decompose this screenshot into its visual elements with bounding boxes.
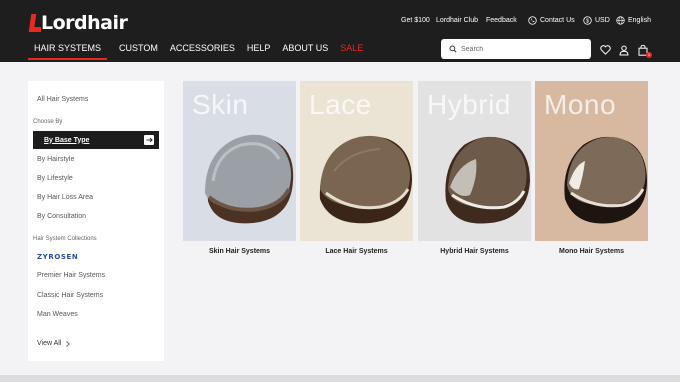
mono-hair-systems-card[interactable]: Mono bbox=[535, 81, 648, 241]
by-hairstyle-link[interactable]: By Hairstyle bbox=[37, 156, 74, 163]
contact-us-link[interactable]: Contact Us bbox=[528, 14, 575, 26]
contact-us-label: Contact Us bbox=[540, 16, 575, 24]
skin-hair-systems-caption[interactable]: Skin Hair Systems bbox=[183, 248, 296, 255]
all-hair-systems-link[interactable]: All Hair Systems bbox=[37, 96, 88, 103]
by-consultation-link[interactable]: By Consultation bbox=[37, 213, 86, 220]
svg-text:$: $ bbox=[586, 18, 589, 24]
phone-icon bbox=[528, 15, 537, 25]
main-nav: HAIR SYSTEMS CUSTOM ACCESSORIES HELP ABO… bbox=[28, 41, 375, 60]
by-base-type-label: By Base Type bbox=[44, 136, 90, 144]
cart-bag-icon[interactable]: 1 bbox=[637, 44, 652, 58]
language-selector[interactable]: English bbox=[616, 14, 651, 26]
nav-sale[interactable]: SALE bbox=[340, 41, 363, 55]
account-user-icon[interactable] bbox=[618, 44, 630, 56]
lace-card-word: Lace bbox=[309, 89, 372, 120]
lordhair-logo[interactable]: Lordhair bbox=[28, 10, 128, 36]
site-header: Lordhair Get $100 Lordhair Club Feedback… bbox=[0, 0, 680, 62]
collections-heading: Hair System Collections bbox=[33, 236, 97, 242]
language-label: English bbox=[628, 16, 651, 24]
by-lifestyle-link[interactable]: By Lifestyle bbox=[37, 175, 73, 182]
chevron-right-icon bbox=[66, 340, 71, 347]
nav-hair-systems[interactable]: HAIR SYSTEMS bbox=[28, 41, 108, 60]
mono-card-word: Mono bbox=[544, 89, 617, 120]
cart-count-badge: 1 bbox=[646, 52, 652, 58]
classic-hair-systems-link[interactable]: Classic Hair Systems bbox=[37, 292, 103, 299]
by-hair-loss-area-link[interactable]: By Hair Loss Area bbox=[37, 194, 93, 201]
view-all-label: View All bbox=[37, 340, 62, 347]
get-100-link[interactable]: Get $100 bbox=[401, 14, 430, 26]
skin-card-word: Skin bbox=[192, 89, 249, 120]
mono-hair-systems-caption[interactable]: Mono Hair Systems bbox=[535, 248, 648, 255]
logo-mark-icon bbox=[28, 12, 41, 34]
choose-by-heading: Choose By bbox=[33, 119, 63, 125]
nav-custom[interactable]: CUSTOM bbox=[119, 41, 158, 55]
footer-strip bbox=[0, 375, 680, 382]
nav-about-us[interactable]: ABOUT US bbox=[282, 41, 328, 55]
dollar-icon: $ bbox=[583, 15, 592, 25]
hybrid-hair-systems-caption[interactable]: Hybrid Hair Systems bbox=[418, 248, 531, 255]
view-all-link[interactable]: View All bbox=[37, 340, 71, 347]
arrow-right-icon bbox=[144, 135, 154, 145]
nav-accessories[interactable]: ACCESSORIES bbox=[170, 41, 235, 55]
feedback-link[interactable]: Feedback bbox=[486, 14, 517, 26]
wishlist-heart-icon[interactable] bbox=[599, 44, 611, 56]
skin-hair-systems-card[interactable]: Skin bbox=[183, 81, 296, 241]
lordhair-club-link[interactable]: Lordhair Club bbox=[436, 14, 478, 26]
globe-icon bbox=[616, 15, 625, 25]
by-base-type-link[interactable]: By Base Type bbox=[33, 131, 159, 149]
currency-selector[interactable]: $ USD bbox=[583, 14, 610, 26]
man-weaves-link[interactable]: Man Weaves bbox=[37, 311, 78, 318]
category-sidebar: All Hair Systems Choose By By Base Type … bbox=[28, 81, 164, 361]
hybrid-hair-systems-card[interactable]: Hybrid bbox=[418, 81, 531, 241]
premier-hair-systems-link[interactable]: Premier Hair Systems bbox=[37, 272, 105, 279]
hybrid-card-word: Hybrid bbox=[427, 89, 511, 120]
search-icon bbox=[449, 40, 457, 58]
currency-label: USD bbox=[595, 16, 610, 24]
search-input[interactable] bbox=[461, 45, 581, 53]
lace-hair-systems-caption[interactable]: Lace Hair Systems bbox=[300, 248, 413, 255]
search-box[interactable] bbox=[441, 39, 591, 59]
logo-text: Lordhair bbox=[41, 12, 128, 34]
lace-hair-systems-card[interactable]: Lace bbox=[300, 81, 413, 241]
nav-help[interactable]: HELP bbox=[247, 41, 271, 55]
zyrosen-link[interactable]: ZYROSEN bbox=[37, 253, 78, 261]
